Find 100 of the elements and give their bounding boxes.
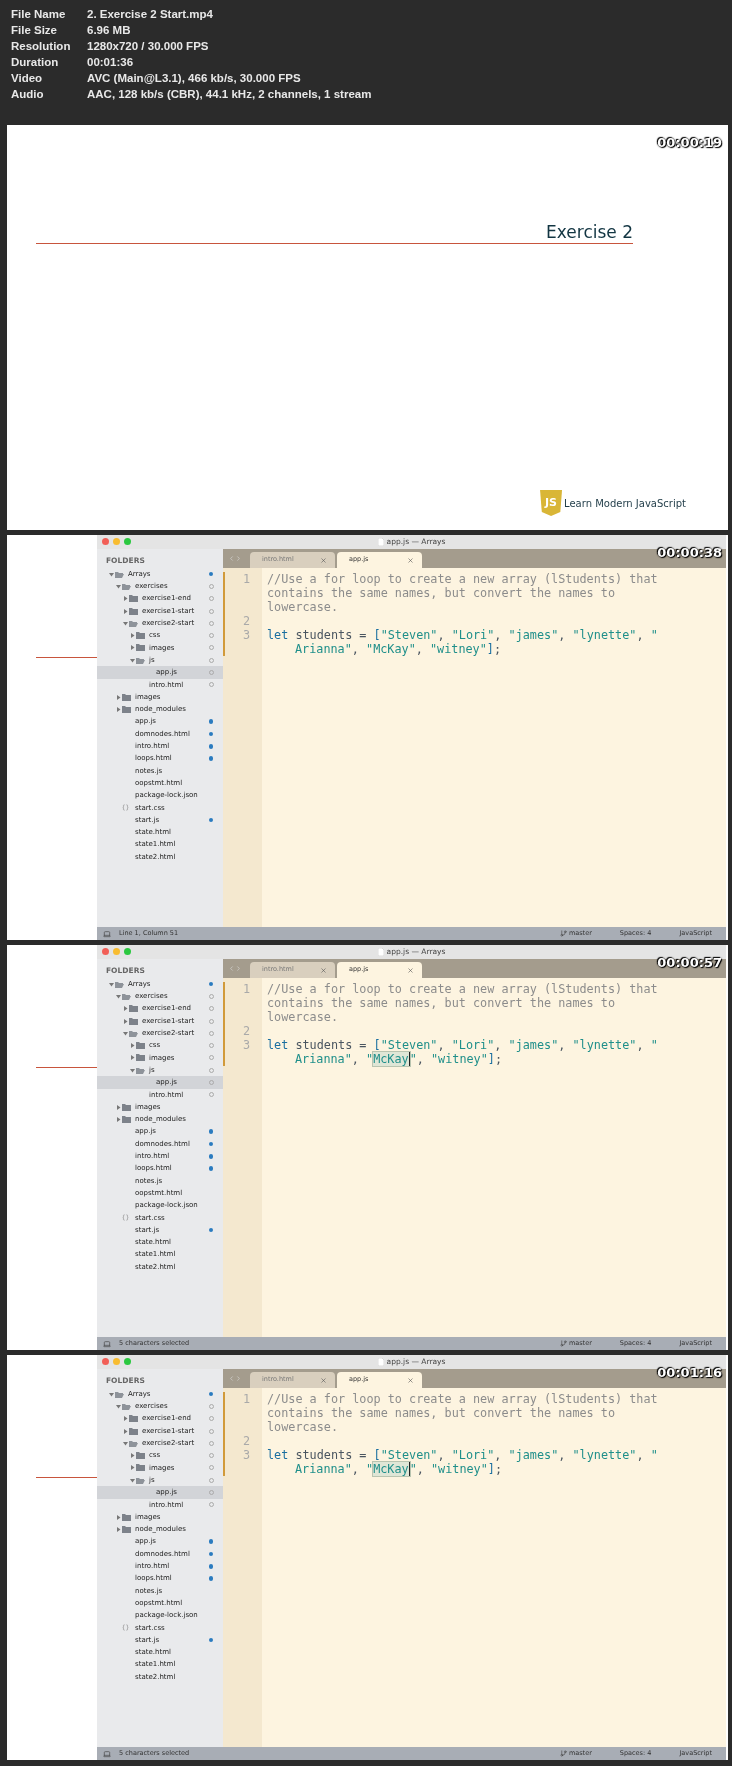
code-token: [: [373, 628, 381, 642]
code-token: let: [267, 628, 289, 642]
code-token: "lynette": [572, 1448, 637, 1462]
close-icon[interactable]: [407, 1376, 414, 1384]
branch-icon: [559, 1340, 567, 1347]
close-icon[interactable]: [407, 966, 414, 974]
braces-icon: [122, 804, 129, 812]
line-number: 2: [242, 614, 250, 628]
folder-icon: [129, 1439, 138, 1447]
code-token: ,: [416, 1462, 425, 1476]
code-token: contains the same names, but convert the names to: [267, 996, 615, 1010]
code-token: ": [409, 1462, 417, 1476]
code-token: let: [267, 1038, 289, 1052]
code-token: lowercase.: [267, 600, 339, 614]
code-token: ,: [351, 1462, 360, 1476]
field-value: AVC (Main@L3.1), 466 kb/s, 30.000 FPS: [87, 71, 301, 87]
code-token: ,: [437, 1038, 446, 1052]
code-token: ;: [494, 1052, 503, 1066]
document-icon: [377, 948, 384, 956]
code-token: //Use a for loop to create a new array (lStudents) that: [267, 982, 658, 996]
code-token: //Use a for loop to create a new array (lStudents) that: [267, 572, 658, 586]
close-icon[interactable]: [320, 1376, 327, 1384]
line-number: 2: [242, 1024, 250, 1038]
code-token: "Lori": [451, 1448, 495, 1462]
code-token: McKay: [373, 1052, 410, 1066]
code-token: ,: [437, 1448, 446, 1462]
field-label: Audio: [11, 87, 45, 103]
code-token: Arianna": [295, 1052, 352, 1066]
field-value: 1280x720 / 30.000 FPS: [87, 39, 209, 55]
code-token: "Lori": [451, 1038, 495, 1052]
laptop-icon[interactable]: [103, 1339, 111, 1348]
code-token: ]: [487, 1052, 495, 1066]
code-token: ;: [493, 642, 502, 656]
line-number: 3: [242, 1448, 250, 1462]
code-token: "Steven": [380, 1448, 438, 1462]
laptop-icon[interactable]: [103, 929, 111, 938]
code-token: let: [267, 1448, 289, 1462]
close-icon[interactable]: [320, 966, 327, 974]
code-token: contains the same names, but convert the names to: [267, 1406, 615, 1420]
slide-title: Exercise 2: [546, 221, 633, 243]
timestamp: 00:00:19: [657, 134, 722, 152]
field-value: AAC, 128 kb/s (CBR), 44.1 kHz, 2 channels, 1 stream: [87, 87, 372, 103]
code-token: [: [373, 1038, 381, 1052]
code-token: //Use a for loop to create a new array (lStudents) that: [267, 1392, 658, 1406]
folder-icon: [122, 1402, 131, 1410]
code-token: lowercase.: [267, 1420, 339, 1434]
code-token: ]: [486, 642, 494, 656]
folder-icon: [136, 1476, 145, 1484]
code-token: "james": [508, 628, 559, 642]
timestamp: 00:00:57: [657, 954, 722, 972]
code-token: ,: [558, 628, 567, 642]
code-token: [: [373, 1448, 381, 1462]
code-token: ]: [487, 1462, 495, 1476]
line-number: 2: [242, 1434, 250, 1448]
folder-icon: [129, 619, 138, 627]
code-token: ,: [494, 1448, 503, 1462]
folder-icon: [115, 570, 124, 578]
folder-icon: [122, 992, 131, 1000]
code-token: "McKay": [366, 642, 416, 656]
brand-name: Learn Modern JavaScript: [564, 496, 686, 511]
code-token: "Lori": [451, 628, 495, 642]
code-token: "witney": [431, 1052, 488, 1066]
code-token: ,: [494, 1038, 503, 1052]
code-token: ,: [416, 1052, 425, 1066]
field-label: File Size: [11, 23, 59, 39]
field-label: File Name: [11, 7, 67, 23]
close-icon[interactable]: [320, 556, 327, 564]
code-token: ;: [494, 1462, 503, 1476]
code-token: students =: [294, 628, 368, 642]
folder-icon: [122, 582, 131, 590]
timestamp: 00:01:16: [657, 1364, 722, 1382]
code-token: ,: [558, 1448, 567, 1462]
document-icon: [377, 538, 384, 546]
line-number: 1: [242, 572, 250, 586]
code-token: Arianna": [295, 642, 352, 656]
timestamp: 00:00:38: [657, 544, 722, 562]
code-token: "Steven": [380, 1038, 438, 1052]
code-token: ,: [636, 1448, 645, 1462]
folder-icon: [129, 1029, 138, 1037]
folder-icon: [136, 1066, 145, 1074]
line-number: 3: [242, 628, 250, 642]
code-token: ,: [437, 628, 446, 642]
code-token: "lynette": [572, 628, 637, 642]
close-icon[interactable]: [407, 556, 414, 564]
line-number: 1: [242, 1392, 250, 1406]
code-token: ": [409, 1052, 417, 1066]
folder-icon: [115, 1390, 124, 1398]
code-token: "witney": [431, 1462, 488, 1476]
code-token: "james": [508, 1448, 559, 1462]
code-token: students =: [294, 1448, 368, 1462]
code-token: "Steven": [380, 628, 438, 642]
code-token: ": [366, 1052, 374, 1066]
code-token: lowercase.: [267, 1010, 339, 1024]
code-token: ,: [351, 1052, 360, 1066]
field-label: Video: [11, 71, 44, 87]
js-shield-icon: JS: [540, 490, 563, 516]
code-token: ": [366, 1462, 374, 1476]
field-value: 2. Exercise 2 Start.mp4: [87, 7, 213, 23]
laptop-icon[interactable]: [103, 1749, 111, 1758]
field-value: 00:01:36: [87, 55, 134, 71]
